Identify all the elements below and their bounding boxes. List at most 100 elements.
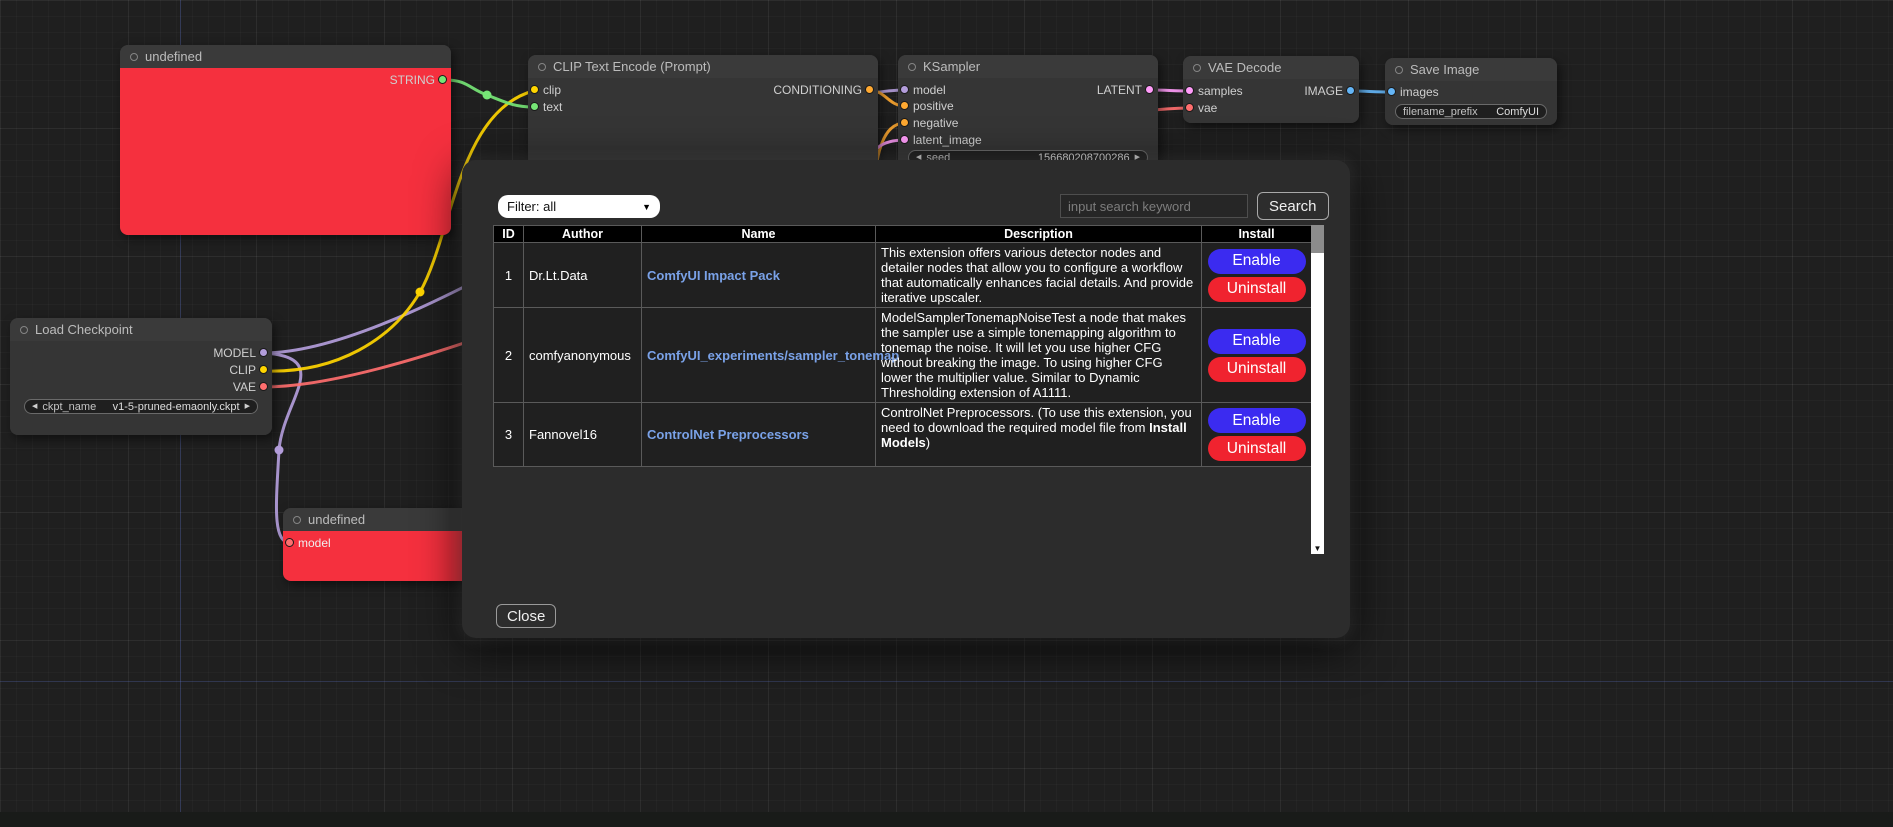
- extension-table: ID Author Name Description Install 1 Dr.…: [493, 225, 1312, 467]
- enable-button[interactable]: Enable: [1208, 329, 1306, 354]
- node-title: CLIP Text Encode (Prompt): [553, 59, 711, 74]
- uninstall-button[interactable]: Uninstall: [1208, 436, 1306, 461]
- node-load-checkpoint[interactable]: Load Checkpoint MODEL CLIP VAE ◀ ckpt_na…: [10, 318, 272, 435]
- input-slot-images: images: [1385, 84, 1557, 100]
- node-ksampler[interactable]: KSampler model positive negative latent_…: [898, 55, 1158, 173]
- output-slot-latent: LATENT: [898, 82, 1158, 98]
- enable-button[interactable]: Enable: [1208, 249, 1306, 274]
- output-dot-string[interactable]: [438, 75, 447, 84]
- cell-author: Fannovel16: [524, 403, 642, 467]
- canvas-axis-horizontal: [0, 681, 1893, 682]
- extension-link[interactable]: ComfyUI_experiments/sampler_tonemap: [647, 348, 899, 363]
- node-canvas[interactable]: undefined STRING CLIP Text Encode (Promp…: [0, 0, 1893, 827]
- input-dot-latent-image[interactable]: [900, 135, 909, 144]
- slot-label: STRING: [390, 73, 435, 87]
- output-dot-conditioning[interactable]: [865, 85, 874, 94]
- close-button[interactable]: Close: [496, 604, 556, 628]
- chevron-down-icon: ▼: [642, 202, 651, 212]
- node-title-bar[interactable]: undefined: [120, 45, 451, 68]
- node-title-bar[interactable]: KSampler: [898, 55, 1158, 78]
- table-header-row: ID Author Name Description Install: [494, 226, 1312, 243]
- node-title: Save Image: [1410, 62, 1479, 77]
- node-title-bar[interactable]: VAE Decode: [1183, 56, 1359, 79]
- input-slot-positive: positive: [898, 98, 1158, 114]
- scroll-down-arrow-icon[interactable]: ▼: [1311, 544, 1324, 554]
- filter-selected-value: Filter: all: [507, 199, 556, 214]
- enable-button[interactable]: Enable: [1208, 408, 1306, 433]
- input-slot-text: text: [528, 99, 878, 115]
- filename-prefix-widget[interactable]: filename_prefix ComfyUI: [1395, 104, 1547, 119]
- collapse-dot-icon[interactable]: [1193, 64, 1201, 72]
- search-input[interactable]: [1060, 194, 1248, 218]
- table-row: 3 Fannovel16 ControlNet Preprocessors Co…: [494, 403, 1312, 467]
- output-slot-conditioning: CONDITIONING: [528, 82, 878, 98]
- node-vae-decode[interactable]: VAE Decode samples vae IMAGE: [1183, 56, 1359, 123]
- input-slot-negative: negative: [898, 115, 1158, 131]
- node-title: undefined: [145, 49, 202, 64]
- table-row: 2 comfyanonymous ComfyUI_experiments/sam…: [494, 308, 1312, 403]
- extension-table-wrap: ID Author Name Description Install 1 Dr.…: [493, 225, 1324, 554]
- manager-dialog: Filter: all ▼ Search ID Author Name Desc…: [462, 160, 1350, 638]
- increment-arrow-icon[interactable]: ▶: [245, 403, 250, 410]
- collapse-dot-icon[interactable]: [1395, 66, 1403, 74]
- collapse-dot-icon[interactable]: [20, 326, 28, 334]
- node-body: model positive negative latent_image LAT…: [898, 78, 1158, 173]
- input-dot-model[interactable]: [285, 538, 294, 547]
- output-dot-vae[interactable]: [259, 382, 268, 391]
- extension-link[interactable]: ControlNet Preprocessors: [647, 427, 809, 442]
- input-dot-negative[interactable]: [900, 118, 909, 127]
- node-body: samples vae IMAGE: [1183, 79, 1359, 123]
- canvas-edge-band: [0, 812, 1893, 827]
- node-title-bar[interactable]: Load Checkpoint: [10, 318, 272, 341]
- node-title-bar[interactable]: CLIP Text Encode (Prompt): [528, 55, 878, 78]
- output-dot-latent[interactable]: [1145, 85, 1154, 94]
- node-title-bar[interactable]: Save Image: [1385, 58, 1557, 81]
- collapse-dot-icon[interactable]: [130, 53, 138, 61]
- cell-author: Dr.Lt.Data: [524, 243, 642, 308]
- uninstall-button[interactable]: Uninstall: [1208, 357, 1306, 382]
- header-description: Description: [876, 226, 1202, 243]
- input-dot-positive[interactable]: [900, 101, 909, 110]
- node-title: Load Checkpoint: [35, 322, 133, 337]
- collapse-dot-icon[interactable]: [538, 63, 546, 71]
- output-dot-model[interactable]: [259, 348, 268, 357]
- cell-description: ModelSamplerTonemapNoiseTest a node that…: [876, 308, 1202, 403]
- table-row: 1 Dr.Lt.Data ComfyUI Impact Pack This ex…: [494, 243, 1312, 308]
- node-body: images filename_prefix ComfyUI: [1385, 81, 1557, 125]
- header-author: Author: [524, 226, 642, 243]
- link-midpoint-dot: [483, 91, 492, 100]
- node-title: VAE Decode: [1208, 60, 1281, 75]
- widget-value: v1-5-pruned-emaonly.ckpt: [113, 401, 240, 413]
- node-body: clip text CONDITIONING: [528, 78, 878, 166]
- collapse-dot-icon[interactable]: [908, 63, 916, 71]
- input-dot-images[interactable]: [1387, 87, 1396, 96]
- input-dot-vae[interactable]: [1185, 103, 1194, 112]
- scrollbar-thumb[interactable]: [1311, 225, 1324, 253]
- table-scrollbar[interactable]: ▼: [1311, 225, 1324, 554]
- output-slot-model: MODEL: [10, 345, 272, 361]
- cell-description: ControlNet Preprocessors. (To use this e…: [876, 403, 1202, 467]
- link-midpoint-dot: [275, 446, 284, 455]
- output-dot-image[interactable]: [1346, 86, 1355, 95]
- extension-link[interactable]: ComfyUI Impact Pack: [647, 268, 780, 283]
- decrement-arrow-icon[interactable]: ◀: [32, 403, 37, 410]
- uninstall-button[interactable]: Uninstall: [1208, 277, 1306, 302]
- node-body-error: STRING: [120, 68, 451, 235]
- output-slot-image: IMAGE: [1183, 83, 1359, 99]
- widget-label: ckpt_name: [42, 401, 96, 413]
- header-name: Name: [642, 226, 876, 243]
- output-slot-vae: VAE: [10, 379, 272, 395]
- node-clip-text-encode[interactable]: CLIP Text Encode (Prompt) clip text COND…: [528, 55, 878, 166]
- output-dot-clip[interactable]: [259, 365, 268, 374]
- scrollbar-track[interactable]: [1311, 253, 1324, 544]
- node-body: MODEL CLIP VAE ◀ ckpt_name v1-5-pruned-e…: [10, 341, 272, 435]
- cell-id: 3: [494, 403, 524, 467]
- output-slot-string: STRING: [120, 72, 451, 88]
- collapse-dot-icon[interactable]: [293, 516, 301, 524]
- ckpt-name-widget[interactable]: ◀ ckpt_name v1-5-pruned-emaonly.ckpt ▶: [24, 399, 258, 414]
- input-dot-text[interactable]: [530, 102, 539, 111]
- filter-select[interactable]: Filter: all ▼: [498, 195, 660, 218]
- node-save-image[interactable]: Save Image images filename_prefix ComfyU…: [1385, 58, 1557, 125]
- node-undefined-top[interactable]: undefined STRING: [120, 45, 451, 235]
- search-button[interactable]: Search: [1257, 192, 1329, 220]
